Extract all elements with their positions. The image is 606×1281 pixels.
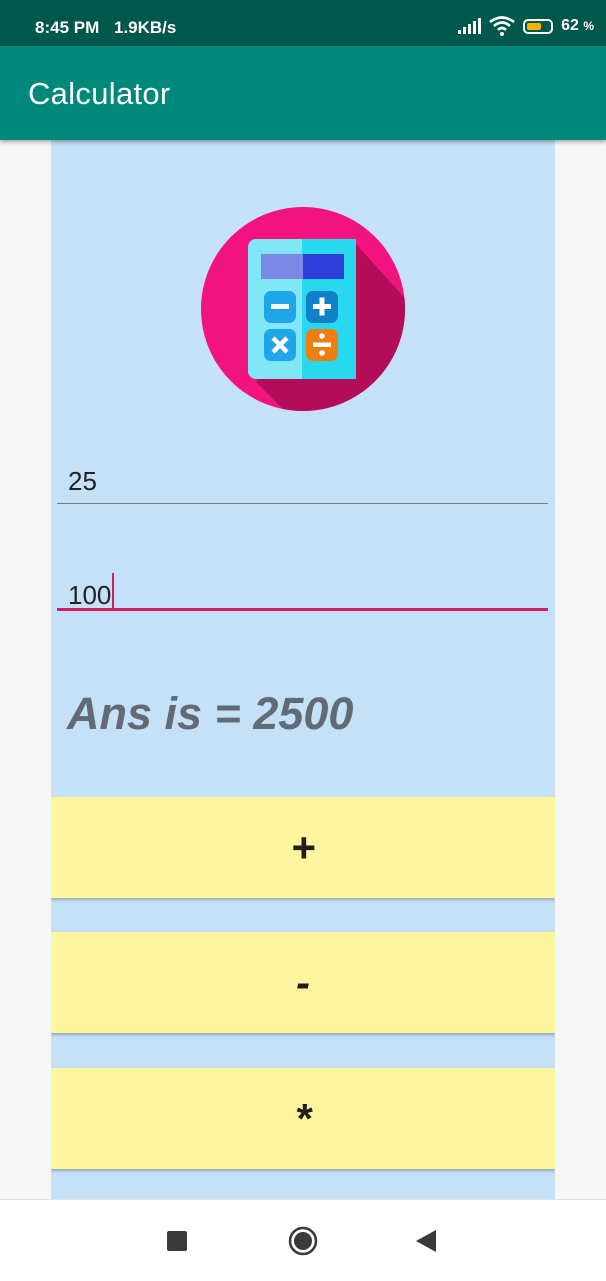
first-number-input[interactable]: 25	[57, 466, 548, 504]
input-underline	[57, 503, 548, 504]
app-title: Calculator	[28, 76, 171, 111]
second-number-input[interactable]: 100	[57, 573, 548, 611]
battery-percentage: 62 %	[561, 17, 594, 35]
signal-icon	[458, 18, 482, 34]
wifi-icon	[489, 16, 515, 36]
subtract-button[interactable]: -	[51, 932, 555, 1033]
status-bar: 8:45 PM 1.9KB/s 62 %	[0, 0, 606, 46]
home-icon[interactable]	[288, 1226, 318, 1256]
status-time: 8:45 PM	[35, 18, 100, 37]
status-network-speed: 1.9KB/s	[113, 18, 177, 37]
battery-unit: %	[583, 19, 594, 33]
battery-icon	[523, 18, 554, 34]
battery-fill	[527, 22, 541, 30]
battery-value: 62	[561, 17, 579, 34]
calculator-content: 25 100 Ans is = 2500 + - *	[51, 140, 555, 1199]
back-icon[interactable]	[416, 1230, 436, 1252]
navigation-bar	[0, 1199, 606, 1281]
add-button[interactable]: +	[51, 797, 555, 898]
answer-text: Ans is = 2500	[67, 688, 354, 739]
input-underline-focused	[57, 608, 548, 611]
calculator-logo-icon	[201, 207, 405, 411]
second-number-text: 100	[68, 573, 115, 611]
text-cursor	[112, 573, 115, 611]
status-left: 8:45 PM 1.9KB/s	[35, 18, 186, 38]
app-bar: Calculator	[0, 46, 606, 140]
status-right: 62 %	[457, 16, 594, 36]
multiply-button[interactable]: *	[51, 1068, 555, 1169]
second-number-value: 100	[68, 580, 112, 610]
first-number-value: 25	[68, 466, 97, 496]
recents-icon[interactable]	[167, 1231, 187, 1251]
